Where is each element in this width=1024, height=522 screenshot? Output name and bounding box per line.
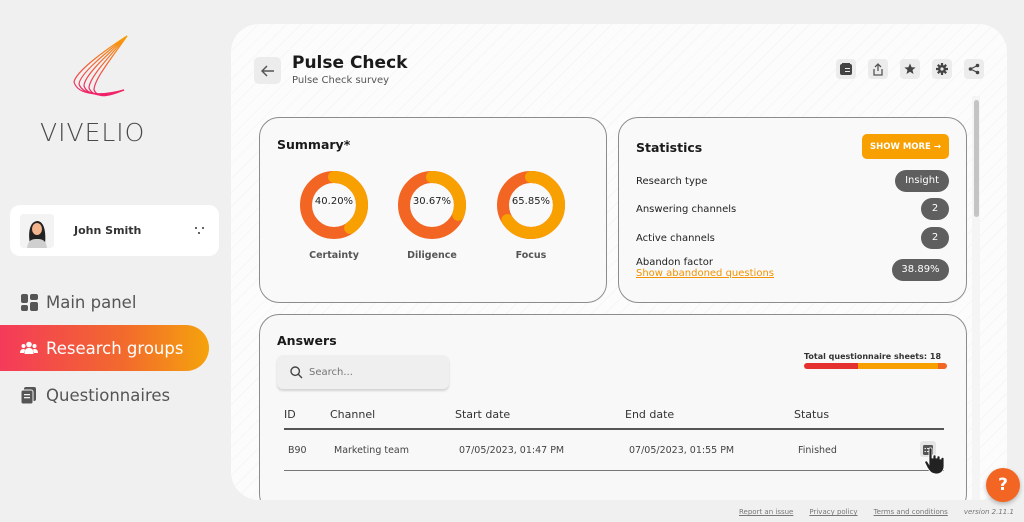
logo-mark-icon <box>73 35 128 97</box>
column-header-status[interactable]: Status <box>794 408 829 421</box>
sidebar-item-label: Main panel <box>46 292 137 312</box>
sidebar-item-research-groups[interactable]: Research groups <box>0 325 209 371</box>
stat-label: Research type <box>636 176 708 187</box>
statistics-panel: Statistics SHOW MORE → Research type Ins… <box>618 117 967 303</box>
total-sheets-label: Total questionnaire sheets: 18 <box>804 352 942 361</box>
summary-panel: Summary* 40.20% Certainty 30.67% Diligen… <box>259 117 607 303</box>
brand-name: VIVELIO <box>40 118 146 147</box>
page-title: Pulse Check <box>292 53 408 73</box>
donut-diligence: 30.67% Diligence <box>397 170 467 261</box>
donut-value: 65.85% <box>511 196 551 207</box>
cell-start-date: 07/05/2023, 01:47 PM <box>459 445 565 456</box>
column-header-start-date[interactable]: Start date <box>455 408 510 421</box>
donut-label: Focus <box>515 250 547 261</box>
vivelio-logo: VIVELIO <box>40 34 170 149</box>
donut-certainty: 40.20% Certainty <box>299 170 369 261</box>
report-issue-link[interactable]: Report an issue <box>739 508 793 516</box>
page-subtitle: Pulse Check survey <box>292 75 390 86</box>
sidebar-item-label: Questionnaires <box>46 385 171 405</box>
hand-pointer-icon <box>924 447 945 475</box>
help-button[interactable]: ? <box>986 468 1020 502</box>
donut-focus: 65.85% Focus <box>496 170 566 261</box>
cell-end-date: 07/05/2023, 01:55 PM <box>629 445 735 456</box>
settings-button[interactable] <box>932 59 952 79</box>
share-icon <box>968 63 980 75</box>
table-row[interactable]: B90 Marketing team 07/05/2023, 01:47 PM … <box>284 435 945 475</box>
stat-row-abandon-factor: Abandon factor Show abandoned questions … <box>636 257 949 281</box>
progress-segment-1 <box>804 363 859 369</box>
user-name: John Smith <box>74 224 142 237</box>
show-abandoned-link[interactable]: Show abandoned questions <box>636 268 774 279</box>
stat-label: Active channels <box>636 233 715 244</box>
stat-value-badge: 2 <box>921 227 949 249</box>
dots-icon[interactable] <box>195 225 205 235</box>
main-content: Pulse Check Pulse Check survey Summary* … <box>231 24 1007 500</box>
column-header-end-date[interactable]: End date <box>625 408 674 421</box>
progress-segment-3 <box>938 363 947 369</box>
donut-value: 40.20% <box>314 196 354 207</box>
stat-label: Answering channels <box>636 204 737 215</box>
footer: Report an issue Privacy policy Terms and… <box>739 508 1014 516</box>
users-icon <box>20 339 38 357</box>
share-button[interactable] <box>964 59 984 79</box>
table-header: ID Channel Start date End date Status <box>284 408 944 430</box>
sidebar-item-questionnaires[interactable]: Questionnaires <box>0 372 210 418</box>
column-header-channel[interactable]: Channel <box>330 408 375 421</box>
stat-row-research-type: Research type Insight <box>636 170 949 192</box>
cell-status: Finished <box>798 445 837 456</box>
dashboard-icon <box>20 293 38 311</box>
report-icon <box>840 63 852 75</box>
search-field[interactable] <box>277 355 449 389</box>
statistics-title: Statistics <box>636 140 703 155</box>
report-button[interactable] <box>836 59 856 79</box>
donut-value: 30.67% <box>412 196 452 207</box>
cell-id: B90 <box>288 445 307 456</box>
scrollbar-thumb[interactable] <box>974 100 979 217</box>
stat-value-badge: 2 <box>921 198 949 220</box>
cell-channel: Marketing team <box>334 445 410 456</box>
star-icon <box>904 63 916 74</box>
arrow-left-icon <box>260 64 274 77</box>
stat-value-badge: Insight <box>895 170 949 192</box>
donut-label: Diligence <box>407 250 457 261</box>
search-input[interactable] <box>309 366 439 378</box>
toolbar <box>836 59 984 79</box>
sheets-progress-bar <box>804 363 947 369</box>
favorite-button[interactable] <box>900 59 920 79</box>
export-icon <box>873 62 883 76</box>
stat-value-badge: 38.89% <box>892 259 949 281</box>
terms-link[interactable]: Terms and conditions <box>874 508 948 516</box>
user-avatar-icon <box>20 213 54 248</box>
donut-label: Certainty <box>309 250 359 261</box>
back-button[interactable] <box>254 57 281 84</box>
stat-label: Abandon factor <box>636 257 713 268</box>
export-button[interactable] <box>868 59 888 79</box>
version-label: version 2.11.1 <box>963 508 1014 516</box>
privacy-policy-link[interactable]: Privacy policy <box>809 508 857 516</box>
sidebar-item-label: Research groups <box>46 338 184 358</box>
progress-segment-2 <box>858 363 939 369</box>
search-icon <box>290 365 303 378</box>
document-stack-icon <box>20 386 38 404</box>
column-header-id[interactable]: ID <box>284 408 296 421</box>
user-card[interactable]: John Smith <box>10 205 219 256</box>
stat-row-answering-channels: Answering channels 2 <box>636 198 949 220</box>
show-more-button[interactable]: SHOW MORE → <box>862 134 949 159</box>
summary-title: Summary* <box>277 137 351 152</box>
stat-row-active-channels: Active channels 2 <box>636 227 949 249</box>
gear-icon <box>936 63 948 75</box>
answers-title: Answers <box>277 333 337 348</box>
sidebar-item-main-panel[interactable]: Main panel <box>0 279 210 325</box>
answers-panel: Answers Total questionnaire sheets: 18 I… <box>259 314 967 500</box>
